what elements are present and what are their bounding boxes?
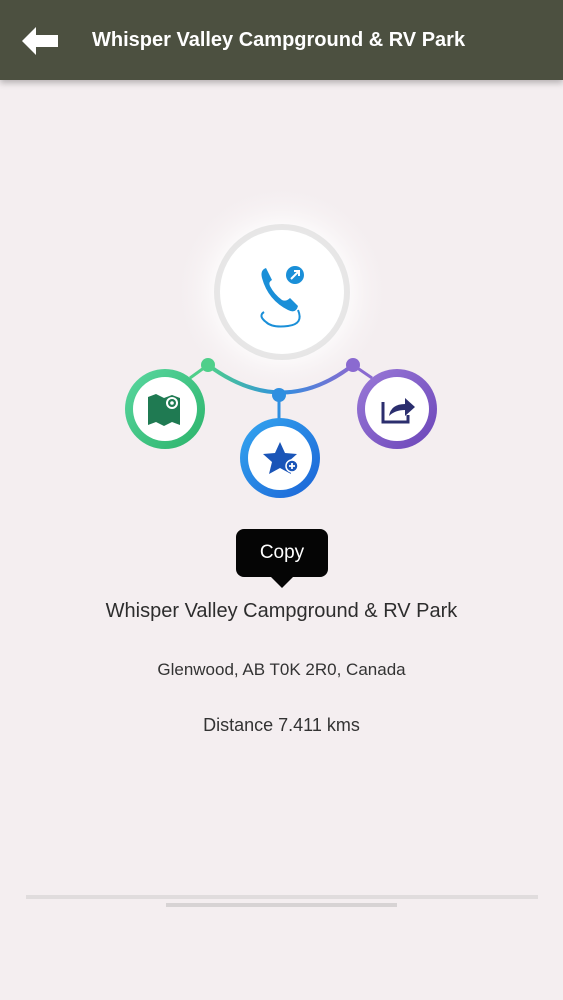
favorite-button[interactable] xyxy=(240,418,320,498)
share-button[interactable] xyxy=(357,369,437,449)
divider xyxy=(26,895,538,899)
action-wheel xyxy=(125,182,437,498)
place-name: Whisper Valley Campground & RV Park xyxy=(105,600,458,622)
page-title: Whisper Valley Campground & RV Park xyxy=(92,29,466,51)
place-address: Glenwood, AB T0K 2R0, Canada xyxy=(157,660,406,679)
back-button[interactable] xyxy=(18,22,62,60)
call-button[interactable] xyxy=(214,224,350,360)
map-icon xyxy=(148,394,180,426)
arrow-left-icon xyxy=(22,27,58,55)
home-indicator xyxy=(166,903,397,907)
map-button[interactable] xyxy=(125,369,205,449)
copy-tooltip[interactable]: Copy xyxy=(236,529,328,588)
place-distance: Distance 7.411 kms xyxy=(203,715,360,735)
top-app-bar: Whisper Valley Campground & RV Park xyxy=(0,0,563,80)
